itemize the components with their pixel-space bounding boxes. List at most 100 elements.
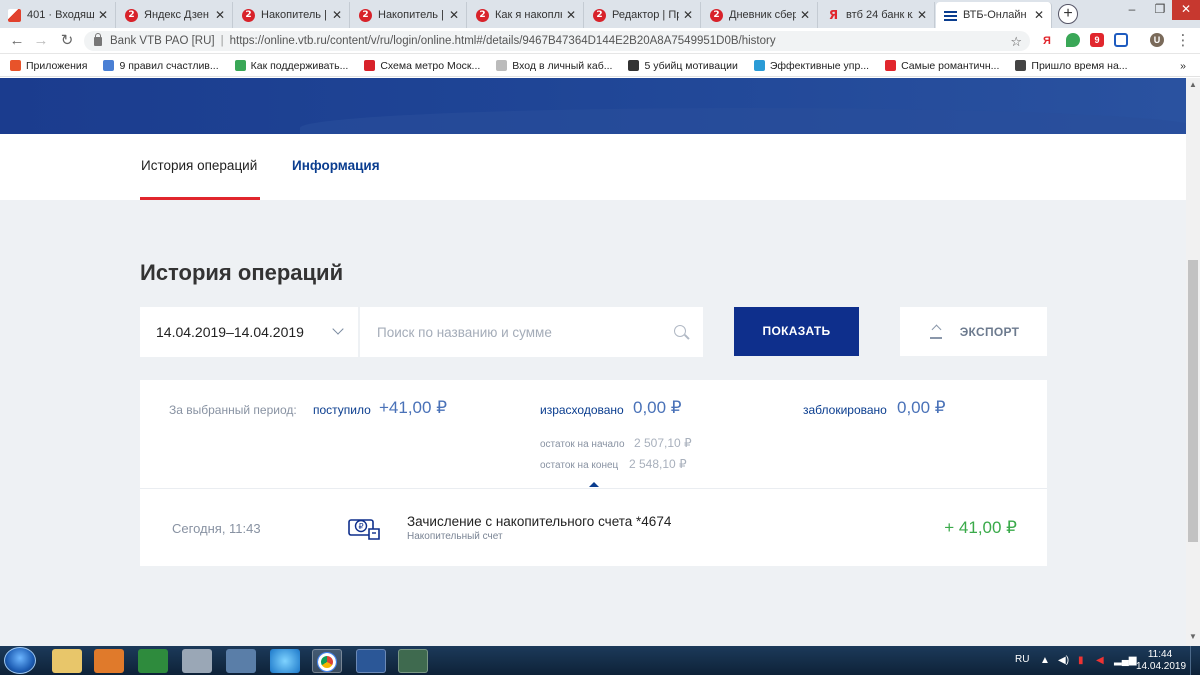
browser-tab[interactable]: Явтб 24 банк кл ✕ (819, 2, 935, 28)
browser-tab[interactable]: 2 Накопитель | Я✕ (234, 2, 350, 28)
window-close-button[interactable]: ✕ (1172, 0, 1200, 20)
details-pointer-icon (589, 482, 599, 487)
square-extension-icon[interactable] (1114, 33, 1128, 47)
speaker-icon[interactable]: ◀) (1058, 655, 1069, 666)
hero-banner (0, 78, 1186, 148)
control-panel-icon[interactable] (226, 649, 256, 673)
new-tab-button[interactable]: + (1058, 4, 1078, 24)
search-input[interactable] (360, 307, 703, 357)
zen-icon: 2 (476, 8, 489, 22)
page-icon (496, 60, 508, 71)
bookmark-item[interactable]: Пришло время на... (1015, 60, 1128, 72)
bookmark-item[interactable]: Приложения (10, 60, 87, 72)
reload-icon[interactable]: ↻ (58, 32, 76, 50)
export-button[interactable]: ЭКСПОРТ (900, 307, 1047, 356)
page-content: История операций Информация История опер… (0, 78, 1186, 646)
tab-history[interactable]: История операций (141, 158, 257, 173)
tab-close-icon[interactable]: ✕ (565, 8, 577, 22)
flower-icon (103, 60, 115, 71)
balance-start-value: 2 507,10 ₽ (634, 436, 692, 450)
url-text[interactable]: https://online.vtb.ru/content/v/ru/login… (230, 35, 776, 47)
balance-end-value: 2 548,10 ₽ (629, 457, 687, 471)
scrollbar-thumb[interactable] (1188, 260, 1198, 542)
calculator-icon[interactable] (182, 649, 212, 673)
tab-close-icon[interactable]: ✕ (448, 8, 460, 22)
bookmark-item[interactable]: Эффективные упр... (753, 59, 870, 72)
show-desktop-button[interactable] (1190, 646, 1200, 675)
tray-expand-icon[interactable]: ▲ (1040, 655, 1050, 666)
explorer-icon[interactable] (52, 649, 82, 673)
zen-icon: 2 (125, 8, 138, 22)
show-button[interactable]: ПОКАЗАТЬ (734, 307, 859, 356)
minimize-button[interactable]: – (1118, 0, 1146, 20)
start-button[interactable] (4, 647, 36, 674)
badge-extension-icon[interactable]: 9 (1090, 33, 1104, 47)
restore-button[interactable]: ❐ (1146, 0, 1174, 20)
transaction-row[interactable]: Сегодня, 11:43 ₽ Зачисление с накопитель… (140, 488, 1047, 566)
chrome-icon[interactable] (312, 649, 342, 673)
bookmark-item[interactable]: 9 правил счастлив... (103, 59, 219, 72)
browser-tab[interactable]: ВТБ-Онлайн ✕ (936, 2, 1052, 28)
browser-tab[interactable]: 2 Накопитель | Я✕ (351, 2, 467, 28)
bookmark-label: Самые романтичн... (901, 59, 1000, 72)
bookmark-item[interactable]: Как поддерживать... (234, 60, 348, 72)
yandex-extension-icon[interactable]: Я (1040, 34, 1054, 48)
tab-info[interactable]: Информация (292, 158, 380, 173)
media-player-icon[interactable] (94, 649, 124, 673)
bookmarks-overflow-icon[interactable]: » (1180, 60, 1186, 72)
browser-tab[interactable]: 2 Как я накоплю ✕ (468, 2, 584, 28)
metro-icon (364, 60, 376, 71)
bookmark-label: Эффективные упр... (769, 59, 870, 72)
language-indicator[interactable]: RU (1015, 654, 1029, 665)
tab-title: Яндекс Дзен — (144, 9, 211, 21)
clock-time: 11:44 (1147, 649, 1173, 660)
battery-icon[interactable]: ▮ (1078, 655, 1084, 666)
tab-close-icon[interactable]: ✕ (682, 8, 694, 22)
tab-close-icon[interactable]: ✕ (1033, 8, 1045, 22)
search-icon[interactable] (674, 325, 686, 337)
forward-icon[interactable]: → (32, 32, 50, 50)
scroll-down-icon[interactable]: ▼ (1186, 632, 1200, 644)
menu-icon[interactable]: ⋮ (1174, 32, 1192, 50)
date-range-select[interactable]: 14.04.2019–14.04.2019 (140, 307, 358, 357)
upload-icon (928, 325, 942, 339)
site-identity[interactable]: Bank VTB PAO [RU] (110, 35, 215, 47)
clock[interactable]: 11:44 14.04.2019 (1136, 649, 1186, 673)
tab-close-icon[interactable]: ✕ (97, 8, 109, 22)
browser-tab[interactable]: 2 Дневник сбере✕ (702, 2, 818, 28)
internet-explorer-icon[interactable] (270, 649, 300, 673)
received-label: поступило (313, 403, 371, 417)
network-icon[interactable]: ▂▄▆ (1114, 655, 1136, 666)
blocked-label: заблокировано (803, 403, 887, 417)
back-icon[interactable]: ← (8, 32, 26, 50)
tab-title: Накопитель | Я (378, 9, 445, 21)
transaction-title: Зачисление с накопительного счета *4674 (407, 514, 672, 529)
browser-tab[interactable]: 401 · Входящие✕ (0, 2, 116, 28)
tab-close-icon[interactable]: ✕ (331, 8, 343, 22)
bookmark-item[interactable]: Схема метро Моск... (364, 60, 480, 72)
tab-close-icon[interactable]: ✕ (916, 8, 928, 22)
tab-close-icon[interactable]: ✕ (214, 8, 226, 22)
period-label: За выбранный период: (169, 403, 297, 417)
bookmark-item[interactable]: Вход в личный каб... (496, 60, 612, 72)
bookmark-label: 9 правил счастлив... (119, 59, 219, 72)
bookmark-label: Схема метро Моск... (380, 59, 481, 72)
excel-icon[interactable] (138, 649, 168, 673)
browser-tab[interactable]: 2 Редактор | Про✕ (585, 2, 701, 28)
scroll-up-icon[interactable]: ▲ (1186, 80, 1200, 92)
bookmark-item[interactable]: Самые романтичн... (885, 60, 999, 72)
tab-close-icon[interactable]: ✕ (799, 8, 811, 22)
alert-icon[interactable]: ◀ (1096, 655, 1104, 666)
tab-title: Накопитель | Я (261, 9, 328, 21)
bookmark-star-icon[interactable]: ☆ (1010, 34, 1022, 50)
omnibox[interactable]: Bank VTB PAO [RU] | https://online.vtb.r… (84, 31, 1030, 51)
word-icon[interactable] (356, 649, 386, 673)
profile-avatar[interactable]: U (1150, 33, 1164, 47)
bookmark-item[interactable]: 5 убийц мотивации (628, 60, 738, 72)
browser-tab[interactable]: 2 Яндекс Дзен —✕ (117, 2, 233, 28)
spent-value: 0,00 ₽ (633, 398, 682, 417)
shield-extension-icon[interactable] (1066, 33, 1080, 47)
app-window-icon[interactable] (398, 649, 428, 673)
active-tab-indicator (140, 197, 260, 200)
tab-title: ВТБ-Онлайн (963, 9, 1027, 21)
